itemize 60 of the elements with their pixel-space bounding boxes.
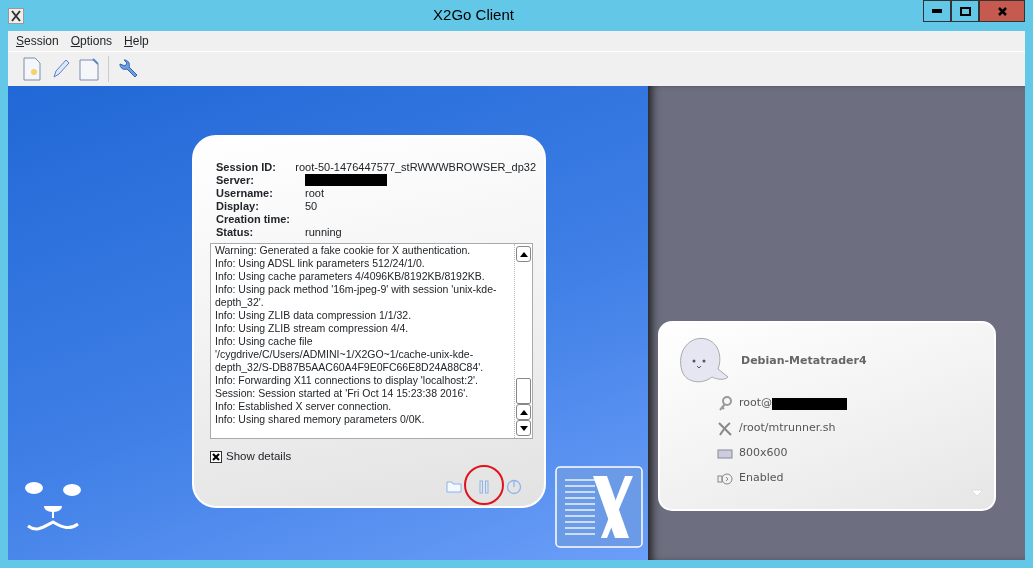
field-label: Creation time: [216,213,291,226]
check-mark-icon [212,452,220,461]
down-arrow-icon [519,425,528,431]
field-label: Server: [216,174,255,187]
up-arrow-icon [519,251,528,257]
checkbox-label: Show details [226,449,292,464]
minimize-icon [932,9,942,13]
scroll-up-button[interactable] [516,404,531,420]
log-line: Info: Using pack method '16m-jpeg-9' with session 'unix-kde- [215,283,498,296]
maximize-button[interactable] [951,0,979,22]
key-icon [717,395,733,412]
log-line: Warning: Generated a fake cookie for X authentication. [215,244,472,257]
scrollbar[interactable] [514,244,532,438]
menu-item[interactable]: Help [120,32,153,50]
minimize-button[interactable] [923,0,951,22]
profile-detail: Enabled [739,470,784,487]
log-line: Info: Using shared memory parameters 0/0K. [215,413,426,426]
document-edit-icon[interactable] [78,57,100,81]
field-label: Display: [216,200,260,213]
highlight-circle [463,464,505,507]
scroll-thumb[interactable] [516,378,531,404]
log-line: Info: Using ZLIB data compression 1/1/32. [215,309,413,322]
profile-detail: /root/mtrunner.sh [739,420,836,437]
log-line: Info: Using cache parameters 4/4096KB/8192KB/8192KB. [215,270,486,283]
profile-detail: 800x600 [739,445,788,462]
field-label: Status: [216,226,255,239]
menu-item[interactable]: Options [66,32,117,50]
up-arrow-icon [519,409,528,415]
scroll-down-button[interactable] [516,420,531,436]
pencil-icon[interactable] [50,57,70,81]
field-label: Session ID: [216,161,277,174]
field-value: running [305,226,342,239]
log-line: depth_32/S-DB87B5AAC60A4F9E0FC66E8D24A88C84'. [215,361,485,374]
log-line: Info: Using cache file [215,335,314,348]
log-line: '/cygdrive/C/Users/ADMINI~1/X2GO~1/cache-unix-kde- [215,348,475,361]
x-logo-icon [555,466,643,548]
field-value: 50 [305,200,318,213]
menu-item[interactable]: Session [12,32,63,50]
scroll-up-button[interactable] [516,246,531,262]
maximize-icon [959,6,971,16]
log-line: Info: Using ZLIB stream compression 4/4. [215,322,410,335]
log-line: Session: Session started at 'Fri Oct 14 15:23:38 2016'. [215,387,470,400]
app-logo-icon [8,7,24,24]
log-line: Info: Using ADSL link parameters 512/24/1/0. [215,257,426,270]
field-value: root-50-1476447577_stRWWWBROWSER_dp32 [295,161,536,174]
log-line: depth_32'. [215,296,265,309]
profile-name: Debian-Metatrader4 [741,352,867,369]
wrench-icon[interactable] [117,58,139,80]
profile-detail: root@ [739,395,773,412]
log-line: Info: Established X server connection. [215,400,393,413]
close-icon [997,6,1007,16]
session-profile-card[interactable]: Debian-Metatrader4 root@ /root/mtrunner.sh 800x600 Enabled [658,321,996,511]
x-icon [717,420,733,437]
field-value: root [305,187,324,200]
field-label: Username: [216,187,274,200]
speaker-icon [717,470,733,487]
log-line: Info: Forwarding X11 connections to display 'localhost:2'. [215,374,479,387]
close-button[interactable] [979,0,1025,22]
window-title: X2Go Client [432,5,515,26]
checkbox[interactable] [210,450,222,463]
